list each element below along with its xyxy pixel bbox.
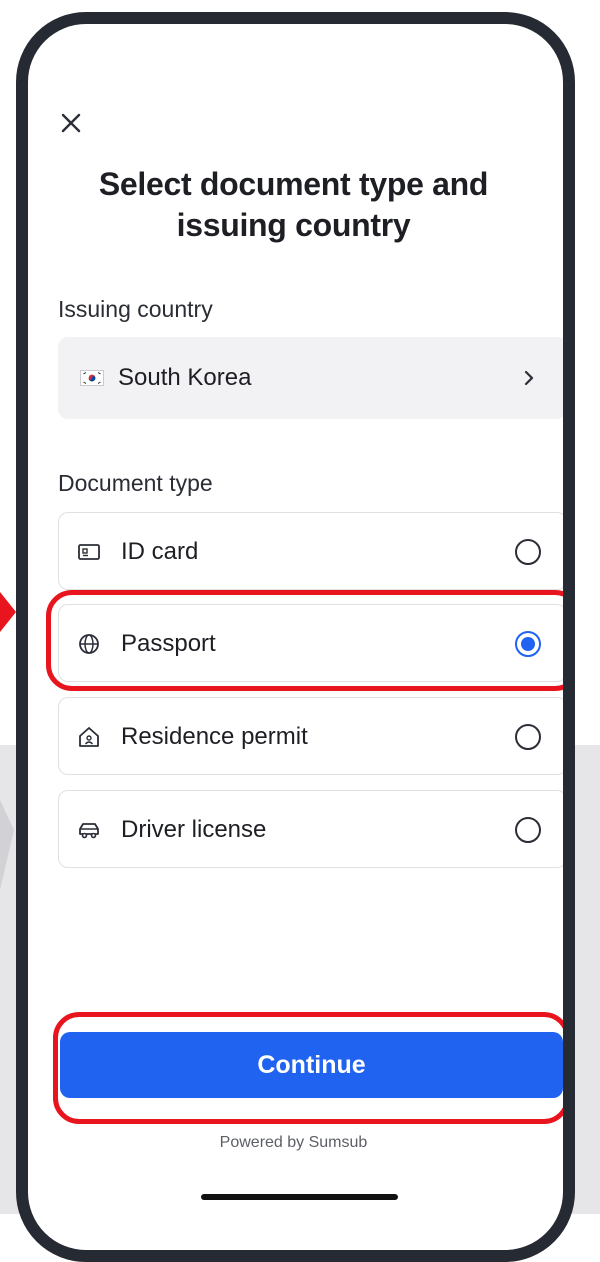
option-label: Driver license — [121, 816, 267, 843]
radio-checked[interactable] — [515, 631, 541, 657]
selected-country: South Korea — [118, 364, 252, 391]
option-id-card[interactable]: ID card — [58, 512, 563, 590]
radio-unchecked[interactable] — [515, 539, 541, 565]
continue-button[interactable]: Continue — [60, 1032, 563, 1098]
background-wedge — [0, 800, 14, 890]
south-korea-flag-icon — [80, 370, 104, 386]
option-driver-license[interactable]: Driver license — [58, 790, 563, 868]
option-label: ID card — [121, 538, 199, 565]
radio-unchecked[interactable] — [515, 817, 541, 843]
issuing-country-label: Issuing country — [58, 296, 213, 322]
country-selector[interactable]: South Korea — [58, 337, 563, 419]
close-icon — [61, 113, 81, 133]
pointer-arrow — [0, 592, 16, 632]
phone-frame: Select document type and issuing country… — [16, 12, 575, 1262]
option-residence-permit[interactable]: Residence permit — [58, 697, 563, 775]
home-indicator — [201, 1194, 398, 1200]
id-card-icon — [77, 540, 101, 564]
option-label: Passport — [121, 630, 216, 657]
radio-unchecked[interactable] — [515, 724, 541, 750]
option-passport[interactable]: Passport — [58, 604, 563, 682]
chevron-right-icon — [519, 365, 539, 391]
powered-by-text: Powered by Sumsub — [219, 1134, 368, 1151]
option-label: Residence permit — [121, 723, 308, 750]
phone-screen: Select document type and issuing country… — [28, 24, 563, 1250]
house-icon — [77, 725, 101, 749]
page-title: Select document type and issuing country — [98, 166, 489, 243]
document-type-label: Document type — [58, 470, 213, 496]
close-button[interactable] — [58, 110, 84, 136]
globe-icon — [77, 632, 101, 656]
car-icon — [77, 818, 101, 842]
